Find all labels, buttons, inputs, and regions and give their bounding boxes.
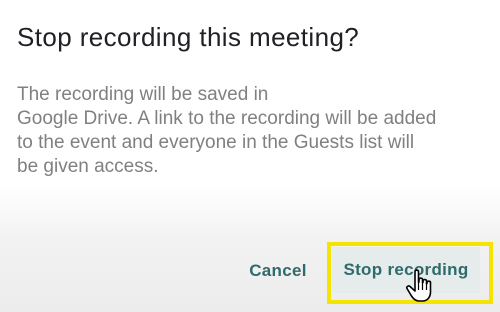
dialog-title: Stop recording this meeting? [17, 22, 360, 52]
dialog-message-line: The recording will be saved in [17, 84, 269, 105]
stop-recording-dialog: Stop recording this meeting? The recordi… [0, 0, 500, 312]
dialog-message-line: to the event and everyone in the Guests … [17, 132, 415, 153]
cancel-button[interactable]: Cancel [238, 253, 318, 289]
dialog-message-line: be given access. [17, 156, 159, 177]
hand-pointer-icon [405, 269, 432, 302]
dialog-message: The recording will be saved in Google Dr… [17, 83, 487, 179]
dialog-message-line: Google Drive. A link to the recording wi… [17, 108, 437, 129]
